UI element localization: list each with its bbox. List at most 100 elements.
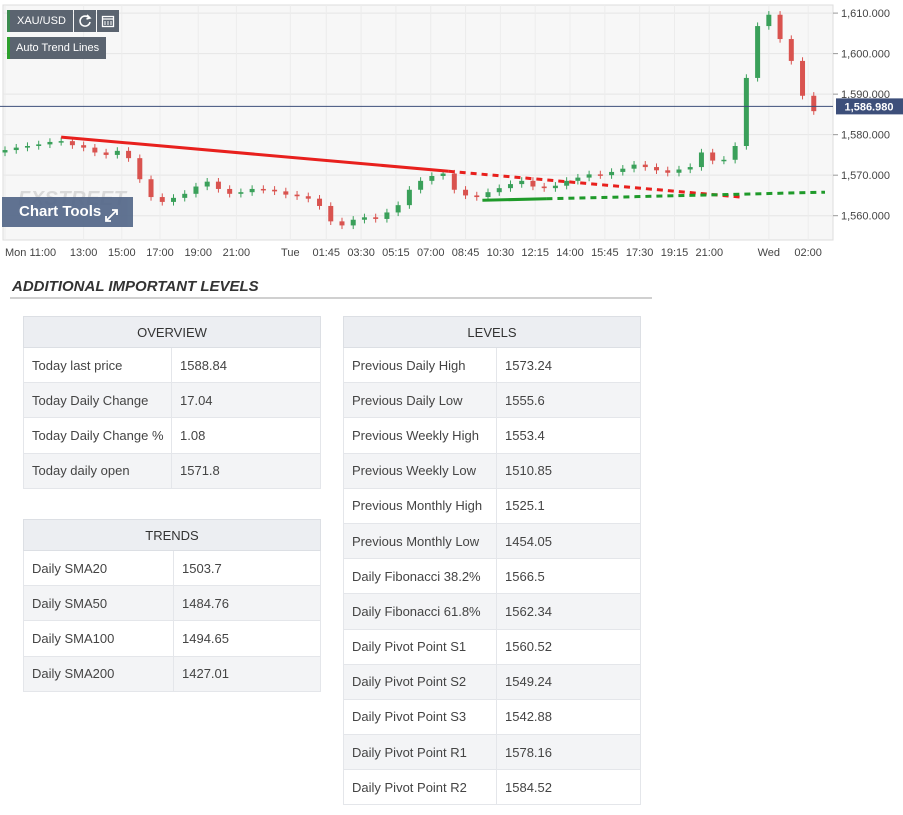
row-value: 1454.05 [496, 522, 641, 560]
candlestick-chart[interactable]: 1,560.0001,570.0001,580.0001,590.0001,60… [0, 0, 903, 265]
candle-body [654, 167, 660, 171]
candle-body [620, 168, 626, 172]
y-tick-label: 1,570.000 [841, 170, 890, 182]
x-tick-label: 14:00 [556, 247, 584, 259]
x-tick-label: 03:30 [347, 247, 375, 259]
candle-body [474, 195, 480, 198]
row-label: Daily SMA20 [23, 549, 174, 587]
candle-body [227, 188, 233, 194]
row-value: 1553.4 [496, 417, 641, 454]
row-value: 1566.5 [496, 558, 641, 595]
candle-body [698, 152, 704, 168]
row-label: Daily Pivot Point S2 [343, 663, 497, 700]
candle-body [260, 188, 266, 191]
row-value: 1560.52 [496, 628, 641, 665]
row-label: Previous Daily Low [343, 382, 497, 419]
refresh-icon[interactable] [73, 10, 96, 32]
table-row: Daily Pivot Point S1 1560.52 [343, 628, 641, 665]
row-value: 1549.24 [496, 663, 641, 700]
candle-body [24, 146, 30, 148]
row-label: Daily Pivot Point S1 [343, 628, 497, 665]
candle-body [575, 177, 581, 181]
candle-body [800, 60, 806, 96]
candle-body [766, 14, 772, 27]
candle-body [451, 173, 457, 190]
row-value: 1578.16 [496, 734, 641, 771]
candle-body [58, 141, 64, 143]
candle-body [519, 180, 525, 185]
table-row: Previous Monthly High 1525.1 [343, 487, 641, 524]
candle-body [92, 147, 98, 153]
row-value: 1573.24 [496, 346, 641, 384]
candle-body [361, 217, 367, 220]
x-tick-label: 15:45 [591, 247, 619, 259]
candle-body [249, 188, 255, 193]
x-tick-label: 17:00 [146, 247, 174, 259]
candle-body [283, 191, 289, 195]
x-tick-label: 07:00 [417, 247, 445, 259]
candle-body [440, 173, 446, 176]
candle-body [463, 189, 469, 196]
table-row: Daily Pivot Point R2 1584.52 [343, 769, 641, 806]
current-price-label: 1,586.980 [845, 101, 894, 113]
row-label: Daily SMA100 [23, 620, 174, 657]
candle-body [788, 39, 794, 61]
x-tick-label: 19:00 [184, 247, 212, 259]
row-value: 1503.7 [173, 549, 321, 587]
candle-body [204, 181, 210, 187]
table-row: Daily Fibonacci 61.8% 1562.34 [343, 593, 641, 630]
table-row: Daily SMA200 1427.01 [23, 655, 321, 692]
candle-body [777, 14, 783, 40]
symbol-selector[interactable]: XAU/USD [7, 10, 73, 32]
candle-body [294, 194, 300, 197]
candle-body [81, 145, 87, 148]
chart-tools-button[interactable]: Chart Tools [2, 197, 133, 227]
row-value: 1542.88 [496, 698, 641, 736]
row-label: Today daily open [23, 452, 172, 489]
auto-trend-lines-button[interactable]: Auto Trend Lines [7, 37, 107, 59]
candle-body [676, 169, 682, 173]
candle-body [215, 181, 221, 189]
x-tick-label: Wed [758, 247, 780, 259]
support-trend-line-solid [482, 197, 547, 202]
table-row: Daily Pivot Point R1 1578.16 [343, 734, 641, 771]
row-label: Previous Monthly Low [343, 522, 497, 560]
candle-body [631, 164, 637, 169]
levels-header: LEVELS [343, 316, 641, 348]
overview-table: OVERVIEW Today last price 1588.84 Today Da… [23, 316, 321, 489]
table-row: Daily Fibonacci 38.2% 1566.5 [343, 558, 641, 595]
candle-body [530, 180, 536, 187]
candle-body [47, 141, 53, 145]
row-value: 1555.6 [496, 382, 641, 419]
x-tick-label: 13:00 [70, 247, 98, 259]
x-tick-label: 01:45 [312, 247, 340, 259]
price-chart[interactable]: 1,560.000 1,570.000 1,580.000 1,590.000 1,60… [0, 0, 903, 265]
chart-toolbar: XAU/USD [7, 10, 119, 32]
x-tick-label: 10:30 [487, 247, 515, 259]
candle-body [317, 198, 323, 206]
row-label: Daily SMA50 [23, 585, 174, 622]
x-tick-label: 15:00 [108, 247, 136, 259]
candle-body [586, 174, 592, 178]
candle-body [126, 150, 132, 159]
candle-body [732, 146, 738, 160]
table-row: Daily SMA100 1494.65 [23, 620, 321, 657]
row-label: Daily Pivot Point R2 [343, 769, 497, 806]
candle-body [429, 175, 435, 181]
candle-body [541, 186, 547, 189]
candle-body [193, 186, 199, 194]
y-tick-label: 1,610.000 [841, 8, 890, 20]
calendar-icon[interactable] [96, 10, 119, 32]
expand-icon [104, 204, 119, 234]
table-row: Today Daily Change % 1.08 [23, 417, 321, 454]
x-tick-label: 21:00 [223, 247, 251, 259]
row-label: Previous Daily High [343, 346, 497, 384]
overview-header: OVERVIEW [23, 316, 321, 348]
x-tick-label: 21:00 [696, 247, 724, 259]
candle-body [182, 193, 188, 198]
row-label: Previous Weekly Low [343, 452, 497, 489]
row-label: Daily Pivot Point R1 [343, 734, 497, 771]
row-label: Daily SMA200 [23, 655, 174, 692]
row-label: Today Daily Change % [23, 417, 172, 454]
x-tick-label: 08:45 [452, 247, 480, 259]
